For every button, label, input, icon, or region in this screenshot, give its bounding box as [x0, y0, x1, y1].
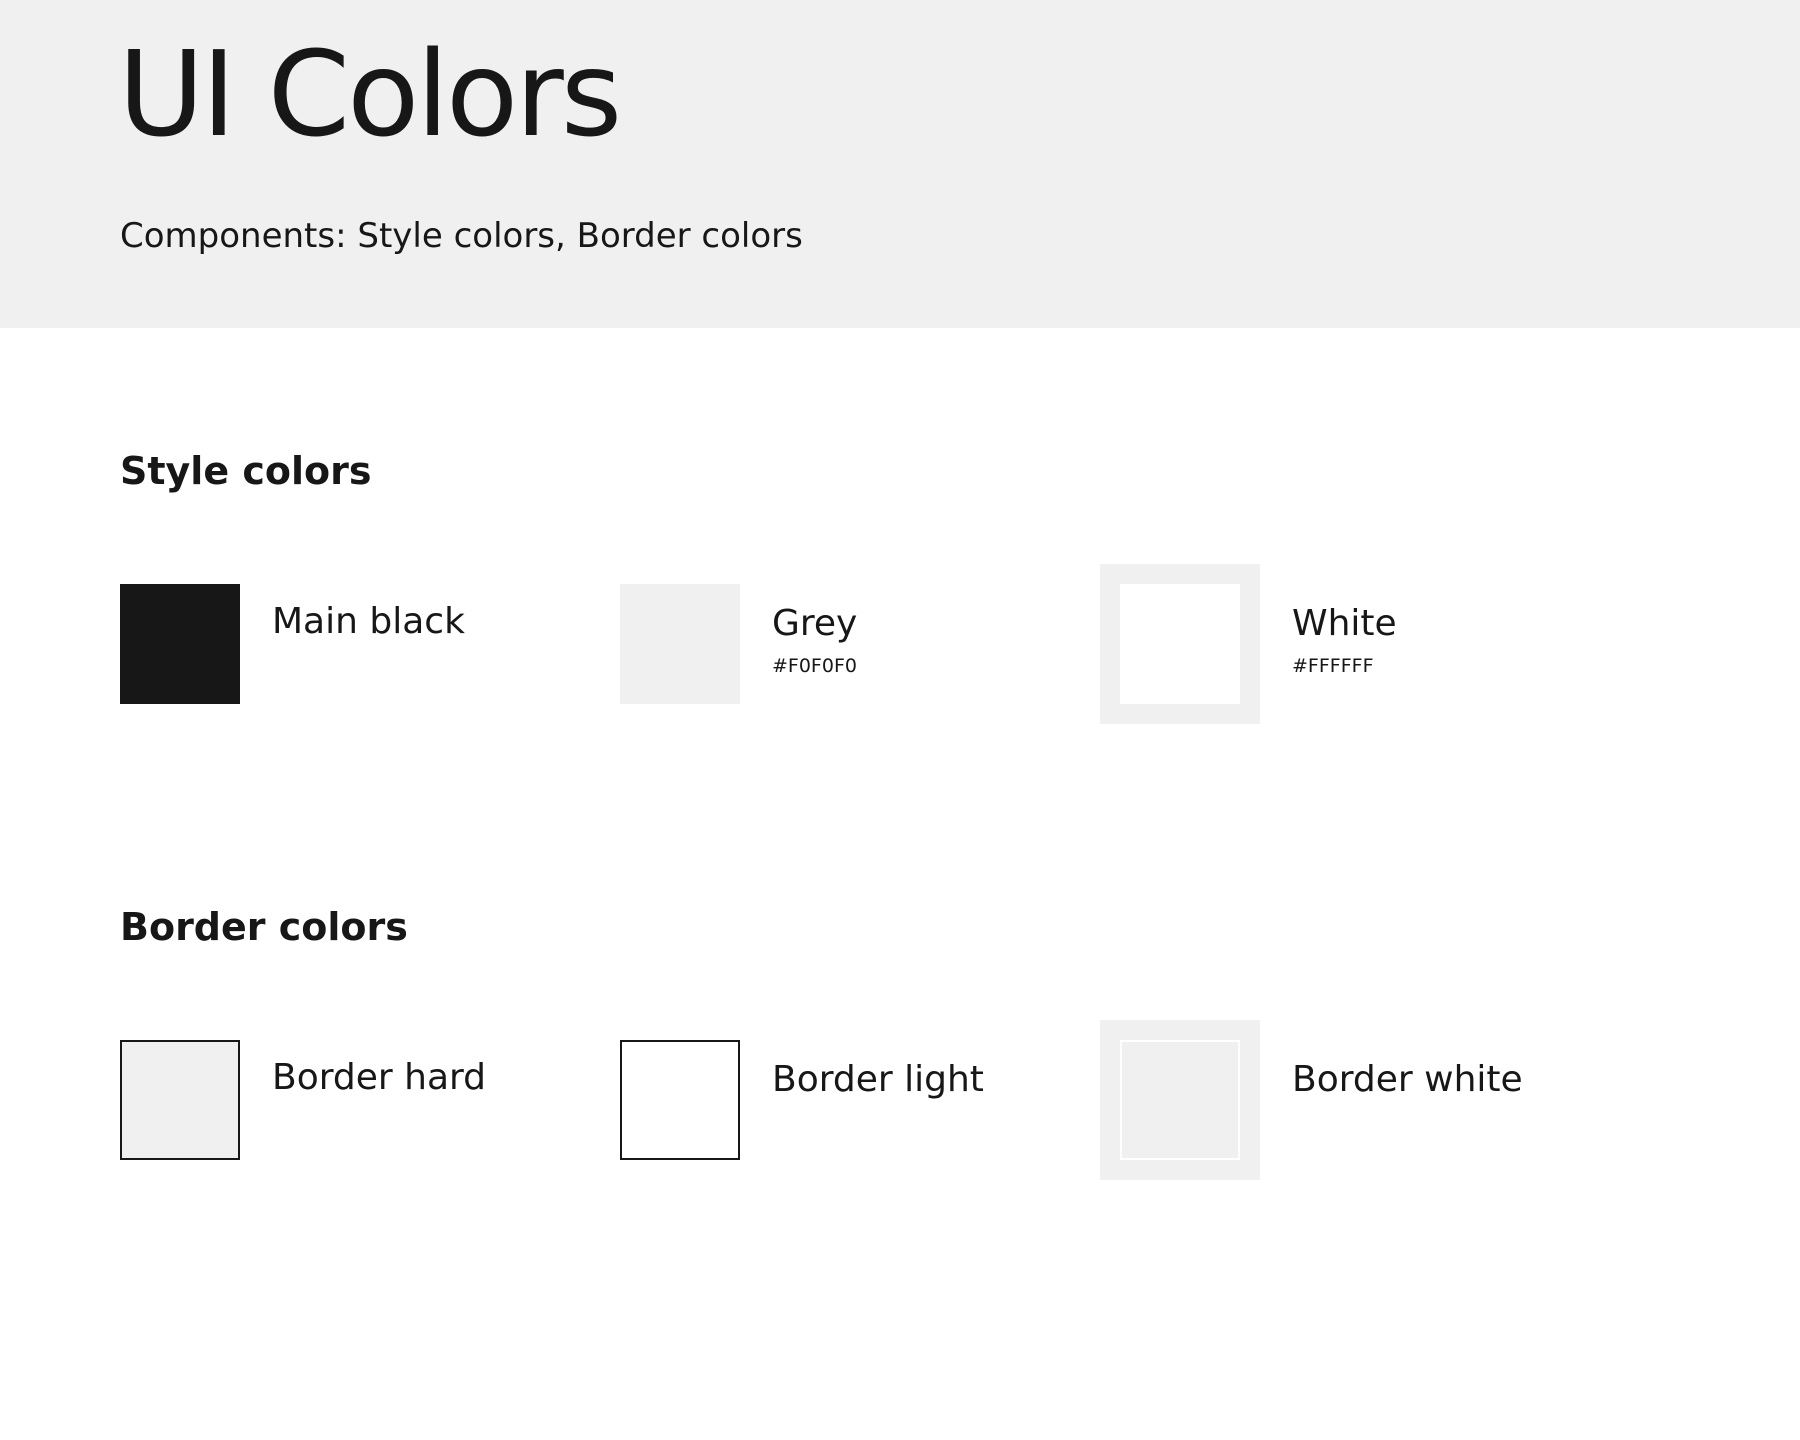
color-label-border-hard: Border hard [272, 1057, 487, 1098]
color-label-white: White [1292, 603, 1397, 644]
color-label-grey: Grey [772, 603, 858, 644]
page-subtitle: Components: Style colors, Border colors [120, 216, 803, 256]
color-label-border-light: Border light [772, 1059, 984, 1100]
swatch-grey [620, 584, 740, 704]
section-title-style-colors: Style colors [120, 449, 372, 493]
swatch-frame-white [1100, 564, 1260, 724]
page-title: UI Colors [118, 25, 622, 163]
swatch-main-black [120, 584, 240, 704]
swatch-frame-border-white [1100, 1020, 1260, 1180]
color-label-main-black: Main black [272, 601, 465, 642]
color-hex-white: #FFFFFF [1292, 655, 1374, 677]
swatch-white [1120, 584, 1240, 704]
section-title-border-colors: Border colors [120, 905, 408, 949]
color-label-border-white: Border white [1292, 1059, 1523, 1100]
page-header: UI Colors Components: Style colors, Bord… [0, 0, 1800, 328]
swatch-border-light [620, 1040, 740, 1160]
swatch-border-white [1120, 1040, 1240, 1160]
color-hex-grey: #F0F0F0 [772, 655, 857, 677]
swatch-border-hard [120, 1040, 240, 1160]
